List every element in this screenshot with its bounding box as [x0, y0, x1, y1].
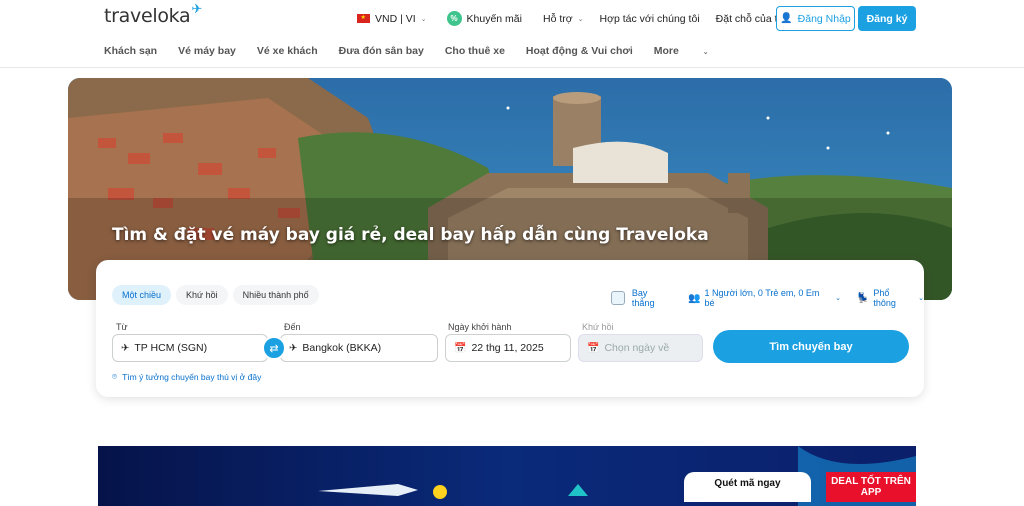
cabin-class-selector[interactable]: Phổ thông — [873, 288, 914, 308]
from-value: TP HCM (SGN) — [134, 342, 208, 354]
direct-flight-label: Bay thẳng — [631, 288, 655, 308]
tab-round-trip[interactable]: Khứ hồi — [176, 285, 228, 305]
nav-item-car-rental[interactable]: Cho thuê xe — [445, 45, 505, 57]
chevron-down-icon: ⌄ — [420, 15, 427, 23]
takeoff-icon: ✈ — [121, 342, 130, 354]
tab-one-way[interactable]: Một chiều — [112, 285, 172, 305]
percent-badge-icon: % — [446, 11, 462, 26]
chevron-down-icon: ⌄ — [918, 295, 924, 302]
passenger-selector[interactable]: 1 Người lớn, 0 Trẻ em, 0 Em bé — [705, 288, 832, 308]
search-flights-label: Tìm chuyến bay — [769, 340, 853, 353]
nav-item-flights[interactable]: Vé máy bay — [178, 45, 236, 57]
depart-date-value: 22 thg 11, 2025 — [471, 342, 544, 354]
from-field[interactable]: ✈ TP HCM (SGN) — [112, 334, 268, 362]
product-nav: Khách sạn Vé máy bay Vé xe khách Đưa đón… — [104, 45, 751, 57]
nav-item-airport-transfer[interactable]: Đưa đón sân bay — [339, 45, 424, 57]
support-label: Hỗ trợ — [542, 12, 573, 25]
return-date-placeholder: Chọn ngày về — [604, 342, 670, 354]
currency-language-label: VND | VI — [375, 12, 416, 25]
trip-type-tabs: Một chiều Khứ hồi Nhiều thành phố — [112, 285, 319, 305]
logo-text: traveloka — [104, 5, 191, 27]
register-button[interactable]: Đăng ký — [858, 6, 916, 31]
location-pin-icon: ⌾ — [112, 371, 118, 381]
nav-item-more[interactable]: More ⌄ — [654, 45, 730, 57]
explore-ideas-link[interactable]: ⌾ Tìm ý tưởng chuyến bay thú vị ở đây — [112, 371, 261, 382]
login-label: Đăng Nhập — [797, 12, 851, 25]
promo-link[interactable]: % Khuyến mãi — [446, 11, 522, 26]
app-deal-badge: DEAL TỐT TRÊN APP — [826, 472, 916, 502]
explore-ideas-label: Tìm ý tưởng chuyến bay thú vị ở đây — [122, 371, 262, 382]
search-flights-button[interactable]: Tìm chuyến bay — [713, 330, 909, 363]
traveloka-logo[interactable]: traveloka ✈ — [104, 2, 202, 27]
vietnam-flag-icon — [357, 14, 370, 23]
to-field[interactable]: ✈ Bangkok (BKKA) — [280, 334, 438, 362]
from-label: Từ — [116, 322, 128, 332]
return-label: Khứ hồi — [582, 322, 614, 332]
chevron-down-icon: ⌄ — [577, 15, 584, 23]
calendar-icon: 📅 — [454, 342, 467, 354]
depart-date-field[interactable]: 📅 22 thg 11, 2025 — [445, 334, 571, 362]
scan-qr-label[interactable]: Quét mã ngay — [684, 472, 811, 502]
hero-title: Tìm & đặt vé máy bay giá rẻ, deal bay hấ… — [112, 225, 709, 245]
user-icon: 👤 — [780, 13, 793, 24]
tab-multi-city[interactable]: Nhiều thành phố — [232, 285, 319, 305]
search-options: Bay thẳng 👥 1 Người lớn, 0 Trẻ em, 0 Em … — [611, 288, 924, 308]
nav-item-bus[interactable]: Vé xe khách — [257, 45, 318, 57]
swap-arrows-icon: ⇄ — [269, 342, 279, 355]
promo-label: Khuyến mãi — [466, 12, 522, 25]
seat-icon: 💺 — [856, 292, 870, 304]
more-label: More — [653, 45, 679, 57]
direct-flight-checkbox[interactable] — [611, 291, 625, 305]
login-button[interactable]: 👤 Đăng Nhập — [776, 6, 855, 31]
support-menu[interactable]: Hỗ trợ ⌄ — [543, 13, 584, 25]
partner-link[interactable]: Hợp tác với chúng tôi — [600, 13, 700, 25]
return-date-field[interactable]: 📅 Chọn ngày về — [578, 334, 703, 362]
to-value: Bangkok (BKKA) — [302, 342, 382, 354]
chevron-down-icon: ⌄ — [702, 49, 709, 56]
top-header: traveloka✈ VND | VI ⌄ % Khuyến mãi Hỗ tr… — [0, 0, 1024, 38]
landing-icon: ✈ — [289, 342, 298, 354]
nav-item-activities[interactable]: Hoạt động & Vui chơi — [526, 45, 633, 57]
to-label: Đến — [284, 322, 301, 332]
bird-logo-icon: ✈ — [191, 2, 202, 17]
swap-button[interactable]: ⇄ — [262, 336, 286, 360]
nav-divider — [0, 67, 1024, 68]
register-label: Đăng ký — [866, 12, 908, 25]
calendar-icon: 📅 — [587, 342, 600, 354]
header-actions: VND | VI ⌄ % Khuyến mãi Hỗ trợ ⌄ Hợp tác… — [357, 6, 802, 31]
partner-label: Hợp tác với chúng tôi — [599, 12, 700, 25]
flight-search-card: Một chiều Khứ hồi Nhiều thành phố Bay th… — [96, 260, 924, 397]
passengers-icon: 👥 — [688, 292, 701, 304]
depart-label: Ngày khởi hành — [448, 322, 512, 332]
currency-language-selector[interactable]: VND | VI ⌄ — [357, 13, 427, 25]
nav-item-hotels[interactable]: Khách sạn — [104, 45, 157, 57]
chevron-down-icon: ⌄ — [835, 295, 841, 302]
